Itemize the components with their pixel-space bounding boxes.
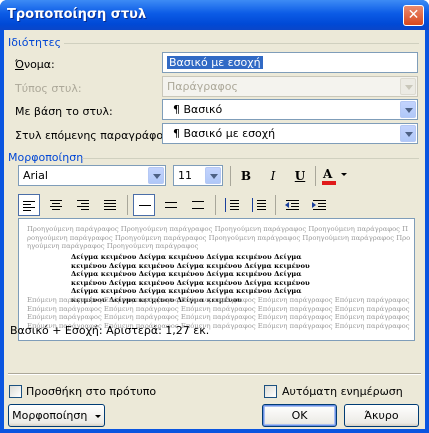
font-color-swatch <box>322 181 336 185</box>
format-menu-label: Μορφοποίηση <box>12 409 88 422</box>
type-label: Τύπος στυλ: <box>15 82 82 95</box>
next-style-label: Στυλ επόμενης παραγράφου: <box>15 129 174 142</box>
formatting-heading: Μορφοποίηση <box>8 151 84 164</box>
style-description: Βασικό + Εσοχή: Αριστερά: 1,27 εκ. <box>10 324 210 337</box>
auto-update-label: Αυτόματη ενημέρωση <box>282 385 403 398</box>
chevron-down-icon <box>400 125 416 142</box>
justify-button[interactable] <box>99 194 121 216</box>
font-select[interactable]: Arial <box>18 165 166 186</box>
italic-button[interactable]: I <box>262 165 284 187</box>
dialog-window: Τροποποίηση στυλ ✕ Ιδιότητες Όνομα: Βασι… <box>0 0 429 433</box>
single-spacing-button[interactable] <box>133 194 155 216</box>
bottom-divider <box>8 373 421 375</box>
toolbar-separator <box>230 166 231 186</box>
double-spacing-button[interactable] <box>187 194 209 216</box>
properties-divider <box>64 43 419 44</box>
font-size-select[interactable]: 11 <box>173 165 223 186</box>
preview-previous-paragraph: Προηγούμενη παράγραφος Προηγούμενη παράγ… <box>27 225 411 250</box>
ok-button[interactable]: OK <box>262 404 337 427</box>
cancel-button[interactable]: Άκυρο <box>344 404 419 427</box>
increase-indent-button[interactable] <box>308 194 330 216</box>
underline-button[interactable]: U <box>289 165 311 187</box>
name-input[interactable]: Βασικό με εσοχή <box>162 52 418 73</box>
style-type-value: Παράγραφος <box>167 80 238 93</box>
chevron-down-icon <box>205 167 221 184</box>
auto-update-checkbox[interactable] <box>264 385 277 398</box>
based-on-label: Με βάση το στυλ: <box>15 105 113 118</box>
font-size-value: 11 <box>178 169 192 182</box>
align-left-button[interactable] <box>18 194 40 216</box>
chevron-down-icon <box>400 78 416 95</box>
format-menu-button[interactable]: Μορφοποίηση <box>8 404 105 427</box>
toolbar-separator <box>315 166 316 186</box>
close-button[interactable]: ✕ <box>403 5 424 26</box>
one-half-spacing-button[interactable] <box>160 194 182 216</box>
align-right-button[interactable] <box>72 194 94 216</box>
font-value: Arial <box>23 169 48 182</box>
chevron-down-icon <box>341 173 347 176</box>
title-bar[interactable]: Τροποποίηση στυλ ✕ <box>0 0 429 30</box>
decrease-indent-button[interactable] <box>281 194 303 216</box>
dialog-body: Ιδιότητες Όνομα: Βασικό με εσοχή Τύπος σ… <box>4 30 425 429</box>
add-to-template-label: Προσθήκη στο πρότυπο <box>26 385 157 398</box>
next-style-select[interactable]: ¶ Βασικό με εσοχή <box>162 123 418 144</box>
toolbar-separator <box>127 195 128 215</box>
chevron-down-icon <box>400 101 416 118</box>
dialog-title: Τροποποίηση στυλ <box>7 7 147 22</box>
toolbar-separator <box>275 195 276 215</box>
toolbar-separator <box>215 195 216 215</box>
space-before-decrease-button[interactable] <box>248 194 270 216</box>
style-preview: Προηγούμενη παράγραφος Προηγούμενη παράγ… <box>18 218 415 341</box>
chevron-down-icon <box>94 414 101 418</box>
align-center-button[interactable] <box>45 194 67 216</box>
formatting-divider <box>82 158 419 159</box>
properties-heading: Ιδιότητες <box>8 36 62 49</box>
chevron-down-icon <box>148 167 164 184</box>
name-label: Όνομα: <box>15 58 55 71</box>
based-on-value: ¶ Βασικό <box>173 103 223 116</box>
space-before-increase-button[interactable] <box>221 194 243 216</box>
font-color-button[interactable]: A <box>320 163 350 185</box>
based-on-select[interactable]: ¶ Βασικό <box>162 99 418 120</box>
add-to-template-checkbox[interactable] <box>9 385 22 398</box>
font-color-letter: A <box>323 167 333 181</box>
bold-button[interactable]: B <box>235 165 257 187</box>
style-type-select[interactable]: Παράγραφος <box>162 76 418 97</box>
name-value: Βασικό με εσοχή <box>167 56 263 69</box>
next-style-value: ¶ Βασικό με εσοχή <box>173 127 276 140</box>
